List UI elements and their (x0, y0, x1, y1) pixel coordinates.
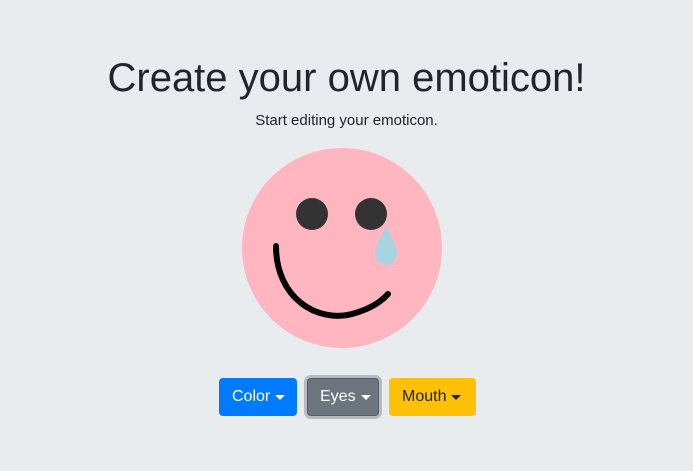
color-button-label: Color (232, 388, 271, 405)
page-subtitle: Start editing your emoticon. (255, 112, 438, 129)
mouth-dropdown-button[interactable]: Mouth (389, 378, 476, 416)
page-title: Create your own emoticon! (107, 56, 586, 100)
eyes-dropdown-button[interactable]: Eyes (307, 378, 379, 416)
mouth-button-label: Mouth (402, 388, 447, 405)
page: Create your own emoticon! Start editing … (0, 0, 693, 471)
caret-down-icon (275, 394, 286, 400)
eyes-button-label: Eyes (320, 388, 356, 405)
caret-down-icon (451, 394, 462, 400)
right-eye (355, 198, 387, 230)
caret-down-icon (360, 394, 371, 400)
emoticon (242, 148, 442, 348)
emoticon-controls: Color Eyes Mouth (0, 378, 693, 416)
color-dropdown-button[interactable]: Color (219, 378, 297, 416)
left-eye (296, 198, 328, 230)
